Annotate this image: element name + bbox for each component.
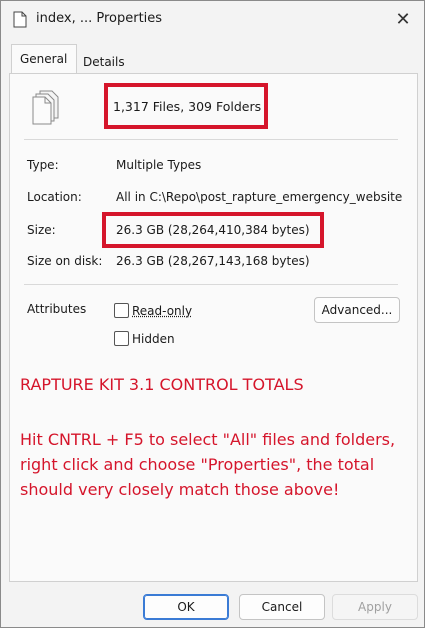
location-label: Location: — [27, 190, 82, 204]
size-on-disk-label: Size on disk: — [27, 254, 103, 268]
tab-details[interactable]: Details — [75, 50, 127, 72]
type-label: Type: — [27, 158, 59, 172]
close-button[interactable]: ✕ — [392, 9, 414, 31]
window-title: index, ... Properties — [36, 11, 163, 26]
note-title: RAPTURE KIT 3.1 CONTROL TOTALS — [20, 375, 304, 394]
title-bar[interactable]: index, ... Properties ✕ — [1, 1, 424, 39]
multiple-files-icon — [32, 90, 60, 129]
properties-window: index, ... Properties ✕ General Details … — [0, 0, 425, 628]
document-icon — [13, 11, 27, 31]
size-on-disk-value: 26.3 GB (28,267,143,168 bytes) — [116, 254, 310, 268]
hidden-checkbox[interactable] — [114, 331, 129, 346]
ok-button[interactable]: OK — [143, 594, 229, 620]
apply-button[interactable]: Apply — [332, 594, 418, 620]
general-panel: 1,317 Files, 309 Folders Type: Multiple … — [9, 73, 418, 582]
hidden-label[interactable]: Hidden — [132, 332, 175, 346]
readonly-label[interactable]: Read-only — [132, 304, 192, 318]
note-line: Hit CNTRL + F5 to select "All" files and… — [20, 430, 396, 449]
location-value: All in C:\Repo\post_rapture_emergency_we… — [116, 190, 402, 204]
attributes-label: Attributes — [27, 302, 87, 316]
readonly-checkbox[interactable] — [114, 303, 129, 318]
divider — [24, 139, 398, 140]
tab-general[interactable]: General — [11, 44, 77, 73]
type-value: Multiple Types — [116, 158, 202, 172]
advanced-button[interactable]: Advanced... — [314, 297, 400, 323]
divider — [24, 284, 398, 285]
note-line: right click and choose "Properties", the… — [20, 455, 375, 474]
note-line: should very closely match those above! — [20, 480, 340, 499]
size-label: Size: — [27, 223, 56, 237]
size-value: 26.3 GB (28,264,410,384 bytes) — [116, 223, 310, 237]
files-folders-count: 1,317 Files, 309 Folders — [113, 99, 262, 114]
cancel-button[interactable]: Cancel — [239, 594, 325, 620]
